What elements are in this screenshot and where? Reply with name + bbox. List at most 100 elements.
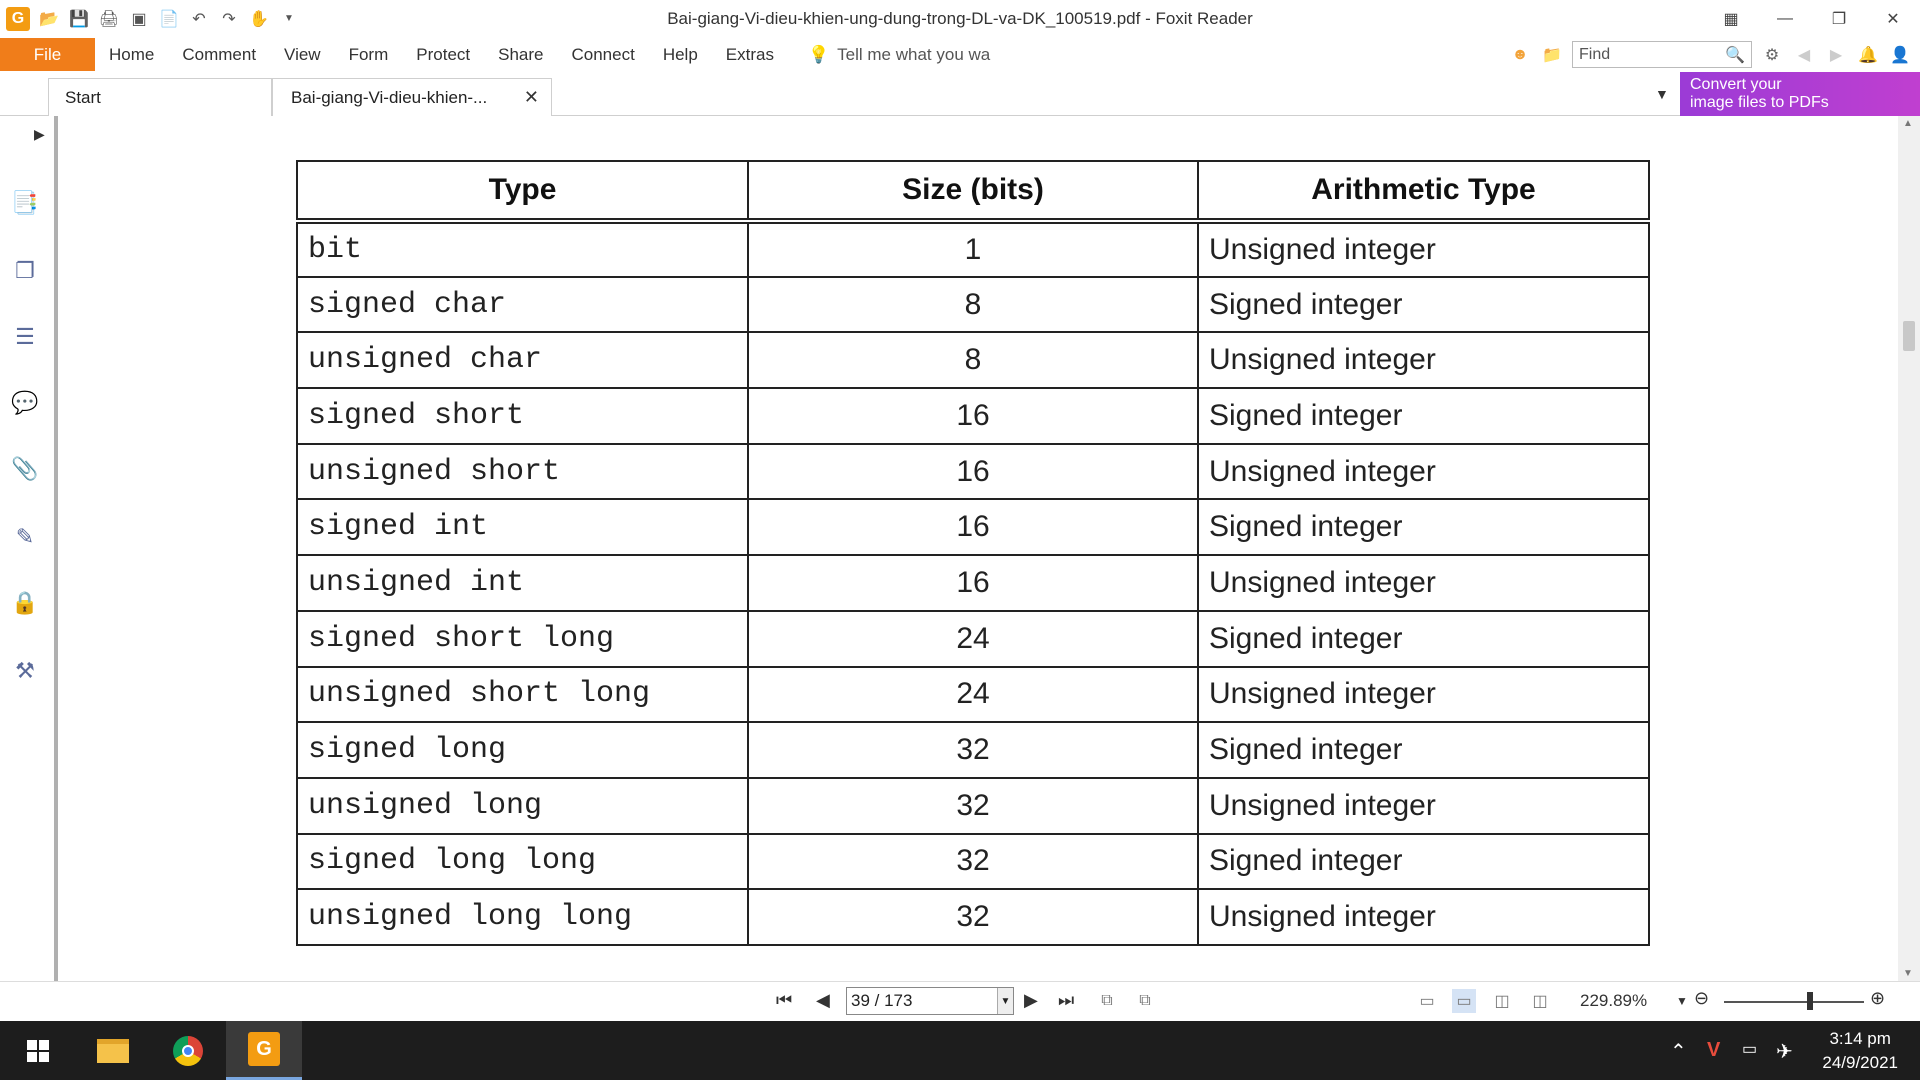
zoom-in-icon[interactable]: ⊕	[1870, 988, 1885, 1009]
signature-panel-icon[interactable]: ✎	[10, 522, 40, 552]
scroll-down-icon[interactable]: ▼	[1903, 968, 1913, 979]
user-account-icon[interactable]: 👤	[1888, 43, 1912, 67]
convert-images-banner[interactable]: Convert your image files to PDFs	[1680, 72, 1920, 116]
scroll-up-icon[interactable]: ▲	[1903, 118, 1913, 129]
page-dropdown-icon[interactable]: ▼	[997, 988, 1013, 1014]
vertical-scrollbar[interactable]: ▲ ▼	[1898, 116, 1920, 981]
tell-me-text: Tell me what you wa	[837, 44, 991, 64]
open-folder-icon[interactable]: 📂	[38, 8, 60, 30]
fit-page-icon[interactable]: ⧉	[1095, 989, 1119, 1013]
comments-icon[interactable]: 💬	[10, 388, 40, 418]
zoom-slider-track[interactable]	[1724, 1001, 1864, 1003]
previous-page-icon[interactable]: ◀	[816, 990, 830, 1011]
forward-arrow-icon[interactable]: ▶	[1824, 43, 1848, 67]
security-lock-icon[interactable]: 🔒	[10, 588, 40, 618]
cell-type: unsigned long	[296, 776, 749, 835]
menu-form[interactable]: Form	[335, 38, 403, 71]
tab-document[interactable]: Bai-giang-Vi-dieu-khien-... ✕	[272, 78, 552, 116]
tell-me-search[interactable]: 💡 Tell me what you wa	[808, 45, 990, 65]
table-row: unsigned short 16 Unsigned integer	[296, 442, 1650, 501]
search-folder-icon[interactable]: 📁	[1540, 43, 1564, 67]
menu-comment[interactable]: Comment	[168, 38, 270, 71]
foxit-taskbar-icon[interactable]: G	[226, 1021, 302, 1080]
restore-button[interactable]: ❐	[1812, 0, 1866, 37]
antivirus-tray-icon[interactable]: V	[1707, 1039, 1720, 1062]
document-tab-bar: Start Bai-giang-Vi-dieu-khien-... ✕ ▼	[0, 72, 1920, 116]
minimize-button[interactable]: —	[1758, 0, 1812, 37]
close-button[interactable]: ✕	[1866, 0, 1920, 37]
close-tab-icon[interactable]: ✕	[524, 87, 539, 108]
file-menu-button[interactable]: File	[0, 38, 95, 71]
print-icon[interactable]: 🖨	[98, 8, 120, 30]
settings-gear-icon[interactable]: ⚙	[1760, 43, 1784, 67]
undo-icon[interactable]: ↶	[188, 8, 210, 30]
next-page-icon[interactable]: ▶	[1024, 990, 1038, 1011]
last-page-icon[interactable]: ⏭	[1058, 990, 1074, 1011]
cell-type: bit	[296, 218, 749, 278]
cell-arithmetic: Unsigned integer	[1197, 665, 1650, 724]
show-hidden-icons-icon[interactable]: ⌃	[1670, 1039, 1687, 1064]
menu-help[interactable]: Help	[649, 38, 712, 71]
continuous-view-icon[interactable]: ▭	[1452, 989, 1476, 1013]
menu-view[interactable]: View	[270, 38, 335, 71]
scan-icon[interactable]: ▣	[128, 8, 150, 30]
tab-start[interactable]: Start	[48, 78, 272, 116]
windows-start-button[interactable]	[0, 1021, 76, 1080]
expand-panel-icon[interactable]: ▶	[34, 126, 45, 143]
customize-toolbar-icon[interactable]: ▼	[278, 8, 300, 30]
window-controls: ▦ — ❐ ✕	[1704, 0, 1920, 37]
page-number-input[interactable]: 39 / 173 ▼	[846, 987, 1014, 1015]
first-page-icon[interactable]: ⏮	[776, 990, 792, 1011]
save-icon[interactable]: 💾	[68, 8, 90, 30]
emoji-feedback-icon[interactable]: ☻	[1508, 43, 1532, 67]
find-placeholder: Find	[1579, 45, 1611, 63]
battery-icon[interactable]: ▭	[1742, 1039, 1757, 1059]
status-bar: ⏮ ◀ 39 / 173 ▼ ▶ ⏭ ⧉ ⧉ ▭ ▭ ◫ ◫ 229.89% ▼…	[0, 981, 1920, 1021]
facing-view-icon[interactable]: ◫	[1490, 989, 1514, 1013]
notification-bell-icon[interactable]: 🔔	[1856, 43, 1880, 67]
file-explorer-taskbar-icon[interactable]	[75, 1021, 151, 1080]
back-arrow-icon[interactable]: ◀	[1792, 43, 1816, 67]
cell-size: 24	[747, 665, 1199, 724]
hand-tool-icon[interactable]: ✋	[248, 8, 270, 30]
page-number-value: 39 / 173	[851, 991, 913, 1010]
tabs-list-dropdown-icon[interactable]: ▼	[1655, 86, 1669, 102]
cell-size: 1	[747, 218, 1199, 278]
redo-icon[interactable]: ↷	[218, 8, 240, 30]
ribbon-display-icon[interactable]: ▦	[1704, 0, 1758, 37]
single-page-view-icon[interactable]: ▭	[1415, 989, 1439, 1013]
cell-type: unsigned int	[296, 554, 749, 612]
scrollbar-thumb[interactable]	[1903, 321, 1915, 351]
menu-connect[interactable]: Connect	[558, 38, 649, 71]
table-row: signed long long 32 Signed integer	[296, 832, 1650, 891]
cell-arithmetic: Signed integer	[1197, 609, 1650, 668]
airplane-mode-icon[interactable]: ✈	[1776, 1039, 1793, 1064]
search-icon[interactable]: 🔍	[1725, 45, 1745, 65]
header-arithmetic: Arithmetic Type	[1197, 160, 1650, 222]
layers-icon[interactable]: ☰	[10, 322, 40, 352]
find-input[interactable]: Find 🔍	[1572, 41, 1752, 68]
table-row: unsigned long long 32 Unsigned integer	[296, 888, 1650, 946]
menu-home[interactable]: Home	[95, 38, 168, 71]
chrome-taskbar-icon[interactable]	[150, 1021, 226, 1080]
menu-extras[interactable]: Extras	[712, 38, 788, 71]
bookmarks-icon[interactable]: 📑	[10, 188, 40, 218]
cell-type: unsigned long long	[296, 888, 749, 946]
page-thumbnails-icon[interactable]: ❐	[10, 256, 40, 286]
ribbon-right-tools: ☻ 📁 Find 🔍 ⚙ ◀ ▶ 🔔 👤	[1508, 37, 1920, 72]
new-document-icon[interactable]: 📄	[158, 8, 180, 30]
cell-type: signed char	[296, 275, 749, 334]
zoom-slider-thumb[interactable]	[1807, 992, 1813, 1010]
attachments-icon[interactable]: 📎	[10, 454, 40, 484]
content-tools-icon[interactable]: ⚒	[10, 656, 40, 686]
continuous-facing-view-icon[interactable]: ◫	[1528, 989, 1552, 1013]
cell-size: 8	[747, 275, 1199, 334]
fit-width-icon[interactable]: ⧉	[1133, 989, 1157, 1013]
menu-share[interactable]: Share	[484, 38, 557, 71]
menu-protect[interactable]: Protect	[402, 38, 484, 71]
zoom-level[interactable]: 229.89%	[1580, 991, 1647, 1011]
cell-arithmetic: Signed integer	[1197, 721, 1650, 779]
taskbar-clock[interactable]: 3:14 pm 24/9/2021	[1822, 1027, 1898, 1075]
zoom-dropdown-icon[interactable]: ▼	[1676, 994, 1688, 1008]
zoom-out-icon[interactable]: ⊖	[1694, 988, 1709, 1009]
